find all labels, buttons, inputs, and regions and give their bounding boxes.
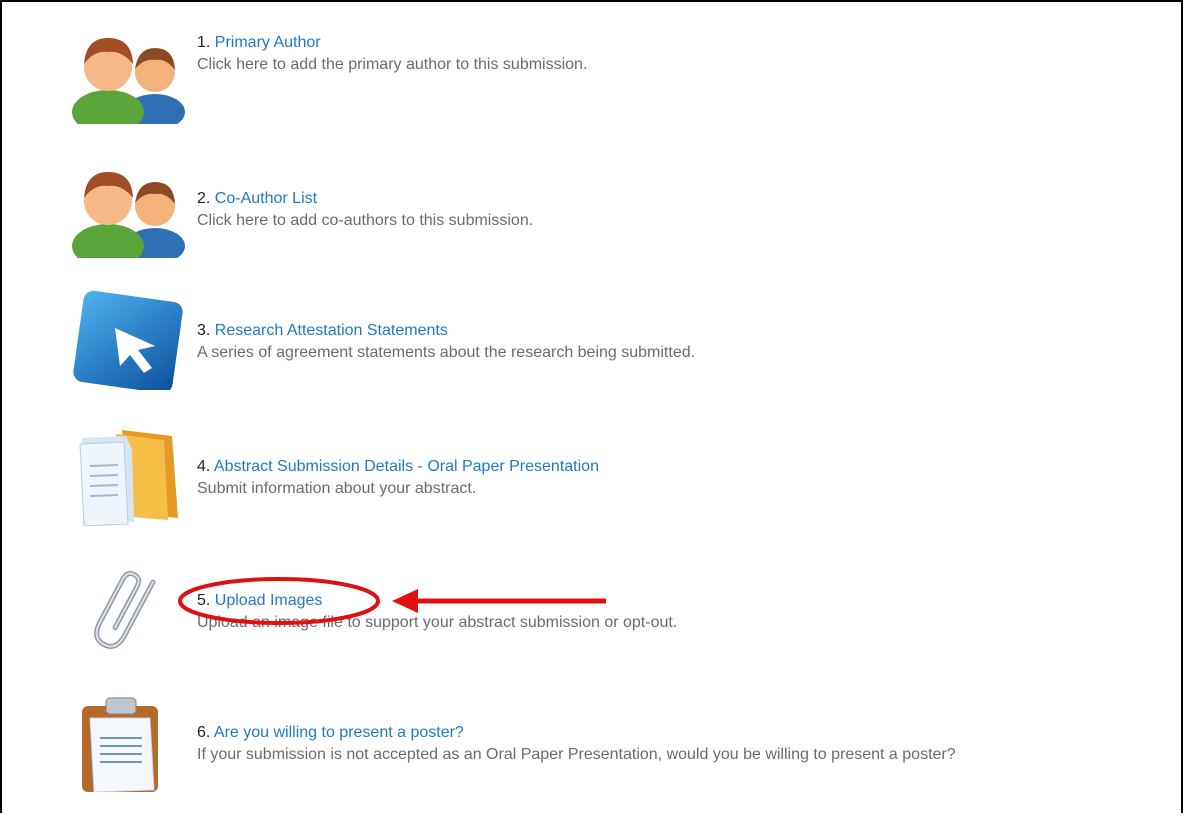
people-icon [60,24,195,124]
step-description: Submit information about your abstract. [197,480,477,497]
abstract-details-link[interactable]: Abstract Submission Details - Oral Paper… [214,458,599,475]
cursor-arrow-icon [60,290,195,390]
step-number: 4. [197,458,211,475]
documents-folder-icon [60,426,195,526]
step-item-abstract-details[interactable]: 4. Abstract Submission Details - Oral Pa… [60,426,1160,556]
step-number: 2. [197,190,211,207]
step-description: If your submission is not accepted as an… [197,746,956,763]
step-item-primary-author[interactable]: 1. Primary Author Click here to add the … [60,24,1160,154]
step-item-co-author-list[interactable]: 2. Co-Author List Click here to add co-a… [60,158,1160,288]
step-item-poster[interactable]: 6. Are you willing to present a poster? … [60,692,1160,822]
step-description: Click here to add the primary author to … [197,56,588,73]
people-icon [60,158,195,258]
clipboard-icon [60,692,195,792]
primary-author-link[interactable]: Primary Author [215,34,321,51]
step-number: 5. [197,592,211,609]
step-number: 3. [197,322,211,339]
step-number: 1. [197,34,211,51]
step-description: A series of agreement statements about t… [197,344,696,361]
step-description: Upload an image file to support your abs… [197,614,678,631]
poster-link[interactable]: Are you willing to present a poster? [214,724,464,741]
step-item-research-attestation[interactable]: 3. Research Attestation Statements A ser… [60,290,1160,420]
step-description: Click here to add co-authors to this sub… [197,212,534,229]
paperclip-icon [60,562,195,662]
upload-images-link[interactable]: Upload Images [215,592,323,609]
research-attestation-link[interactable]: Research Attestation Statements [215,322,448,339]
step-number: 6. [197,724,211,741]
co-author-list-link[interactable]: Co-Author List [215,190,317,207]
step-item-upload-images[interactable]: 5. Upload Images Upload an image file to… [60,562,1160,692]
